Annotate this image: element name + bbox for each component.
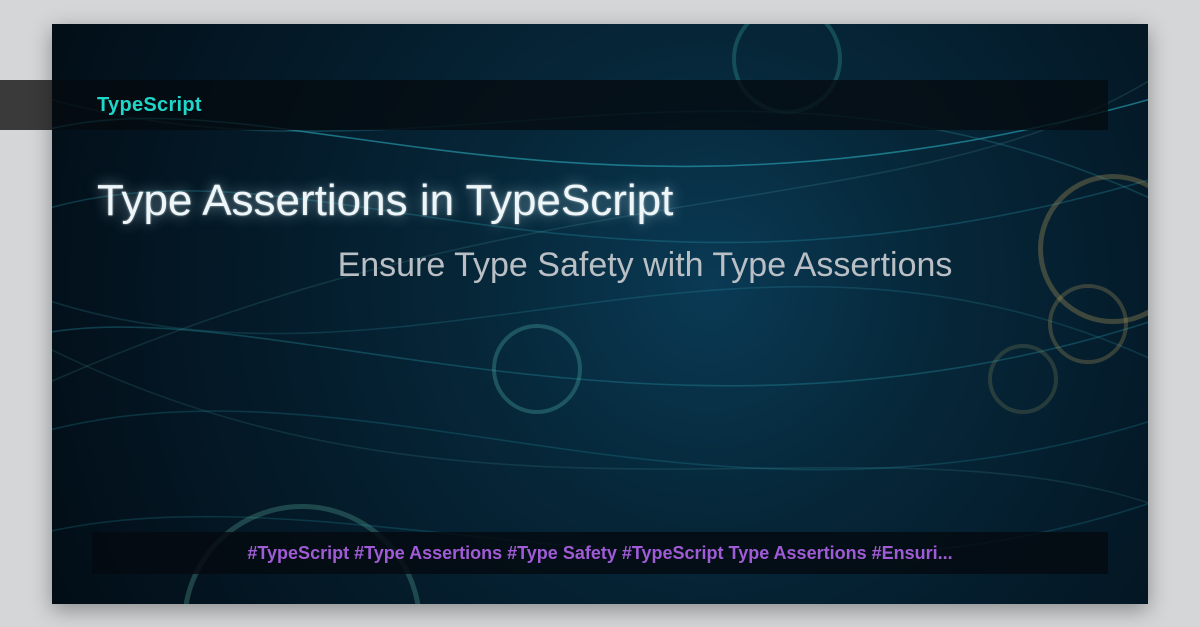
left-accent-bar [0,80,52,130]
decor-circle [988,344,1058,414]
hero-card: TypeScript Type Assertions in TypeScript… [52,24,1148,604]
tag-band: #TypeScript #Type Assertions #Type Safet… [92,532,1108,574]
category-label: TypeScript [97,94,202,117]
hashtags: #TypeScript #Type Assertions #Type Safet… [247,543,952,564]
page-subtitle: Ensure Type Safety with Type Assertions [52,246,1148,285]
page-title: Type Assertions in TypeScript [97,176,673,226]
decor-circle [1048,284,1128,364]
category-band: TypeScript [52,80,1108,130]
decor-circle [492,324,582,414]
